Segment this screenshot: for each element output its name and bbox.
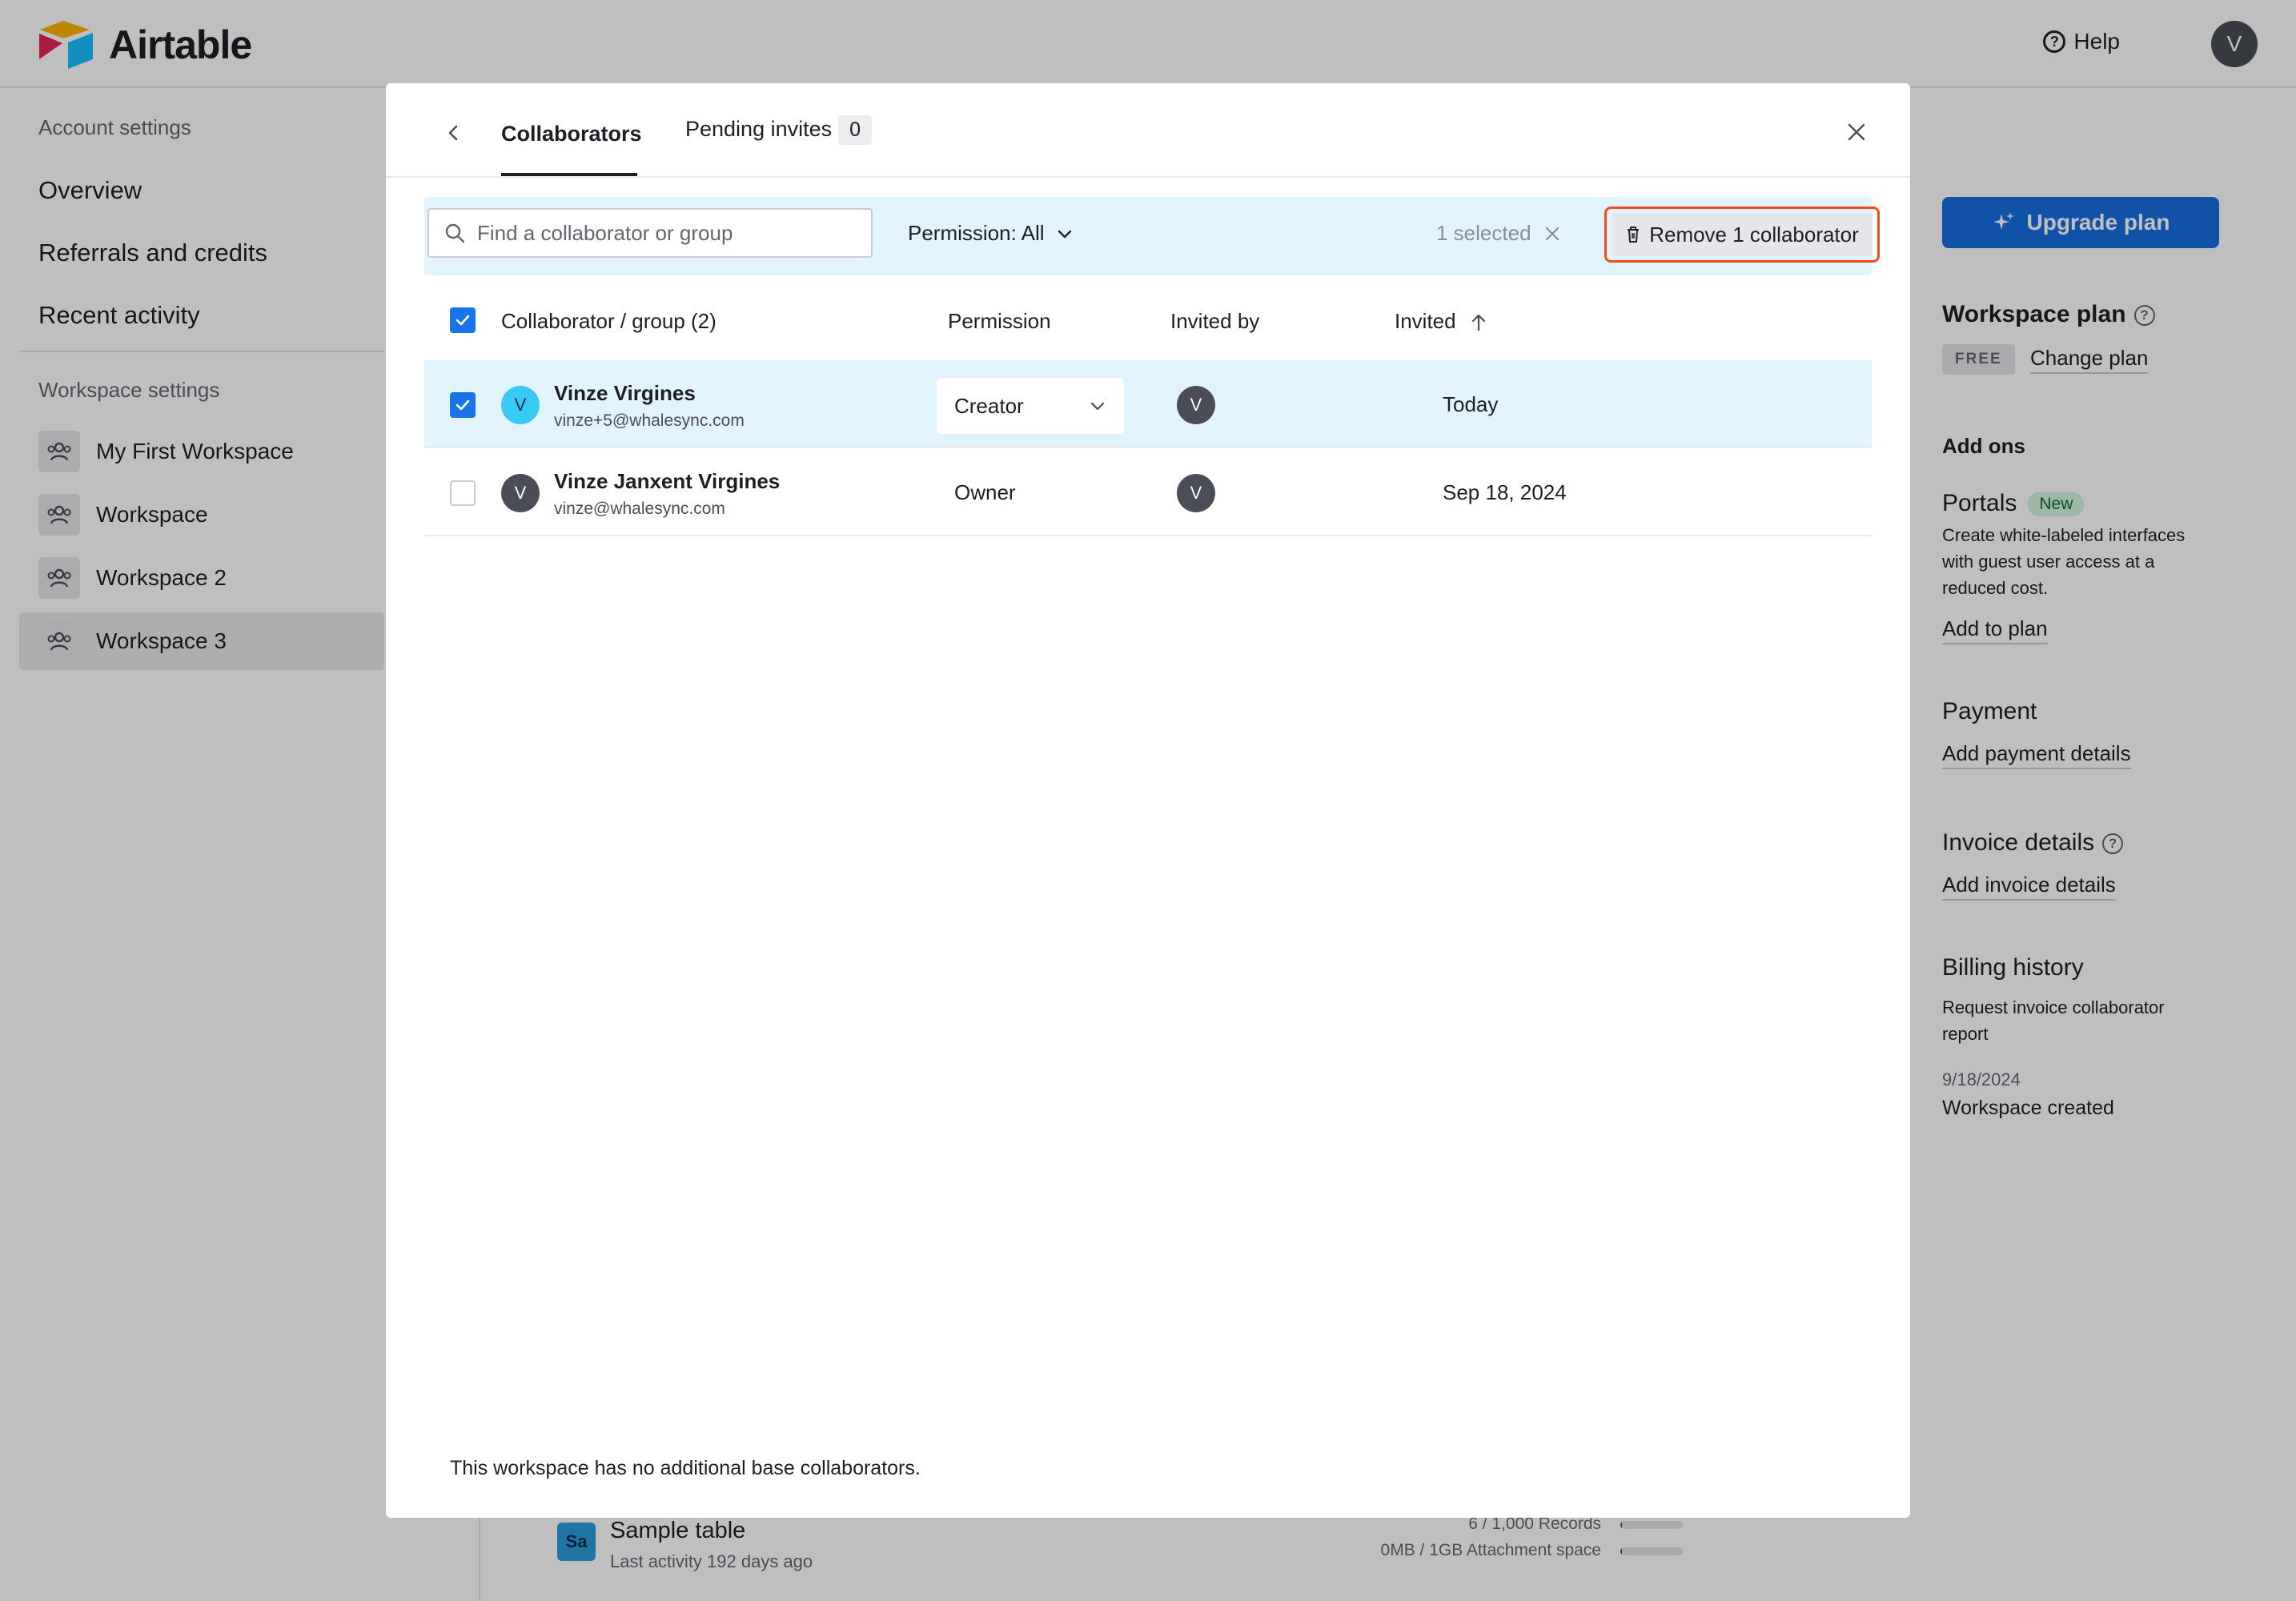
search-input[interactable]: [477, 220, 845, 246]
modal-header: Collaborators Pending invites 0: [386, 83, 1910, 178]
invited-date: Sep 18, 2024: [1443, 480, 1567, 504]
search-field[interactable]: [427, 208, 873, 258]
collaborators-modal: Collaborators Pending invites0 Permissio…: [386, 83, 1910, 1518]
permission-value: Owner: [954, 480, 1016, 504]
checkmark-icon: [456, 399, 470, 411]
chevron-down-icon: [1058, 230, 1071, 238]
permission-value: Creator: [954, 393, 1024, 418]
selection-count: 1 selected: [1436, 221, 1562, 246]
row-checkbox[interactable]: [450, 392, 476, 418]
column-header-collaborator[interactable]: Collaborator / group (2): [501, 309, 716, 334]
no-base-collaborators-note: This workspace has no additional base co…: [450, 1457, 921, 1479]
tab-collaborators[interactable]: Collaborators: [501, 122, 642, 146]
permission-filter-label: Permission: All: [908, 221, 1045, 245]
selection-toolbar: Permission: All 1 selected Remove 1 coll…: [424, 197, 1880, 275]
pending-invites-label: Pending invites: [685, 117, 833, 141]
tab-pending-invites[interactable]: Pending invites 0: [685, 115, 873, 145]
chevron-down-icon: [1090, 402, 1105, 411]
table-header: Collaborator / group (2) Permission Invi…: [424, 279, 1872, 362]
close-icon[interactable]: [1843, 118, 1870, 146]
table-row[interactable]: V Vinze Janxent Virgines vinze@whalesync…: [424, 448, 1872, 536]
invited-header-label: Invited: [1395, 309, 1456, 333]
invited-by-avatar: V: [1177, 386, 1215, 424]
collaborator-name: Vinze Virgines: [554, 381, 696, 405]
table-row[interactable]: V Vinze Virgines vinze+5@whalesync.com C…: [424, 360, 1872, 448]
clear-selection-icon[interactable]: [1543, 224, 1562, 243]
avatar: V: [501, 386, 540, 424]
checkmark-icon: [456, 315, 470, 326]
column-header-invited-by[interactable]: Invited by: [1170, 309, 1259, 334]
row-checkbox[interactable]: [450, 480, 476, 506]
permission-filter-dropdown[interactable]: Permission: All: [908, 221, 1074, 246]
column-header-invited[interactable]: Invited: [1395, 309, 1487, 334]
active-tab-indicator: [501, 173, 637, 176]
avatar: V: [501, 474, 540, 512]
collaborator-email: vinze@whalesync.com: [554, 500, 725, 518]
invited-date: Today: [1443, 392, 1499, 416]
sort-ascending-icon: [1471, 315, 1485, 331]
trash-icon: [1628, 227, 1640, 243]
column-header-permission[interactable]: Permission: [948, 309, 1051, 334]
selected-label: 1 selected: [1436, 221, 1531, 245]
collaborator-name: Vinze Janxent Virgines: [554, 469, 781, 493]
permission-dropdown[interactable]: Creator: [937, 378, 1124, 434]
collaborator-email: vinze+5@whalesync.com: [554, 411, 745, 430]
back-chevron-icon[interactable]: [440, 120, 466, 146]
search-icon: [445, 223, 465, 243]
remove-collaborator-highlight: Remove 1 collaborator: [1604, 207, 1880, 263]
pending-invites-count: 0: [838, 115, 873, 145]
remove-collaborator-label: Remove 1 collaborator: [1649, 222, 1859, 247]
invited-by-avatar: V: [1177, 474, 1215, 512]
remove-collaborator-button[interactable]: Remove 1 collaborator: [1612, 213, 1873, 256]
select-all-checkbox[interactable]: [450, 307, 476, 333]
